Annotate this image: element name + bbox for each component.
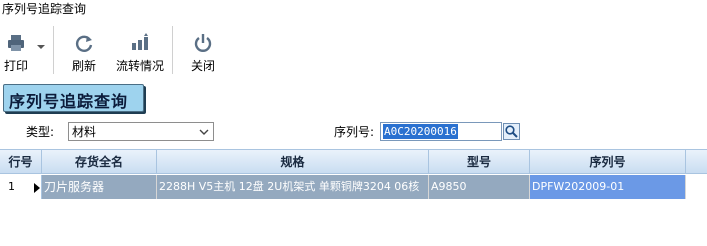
window-title: 序列号追踪查询 — [2, 2, 87, 16]
column-header-model[interactable]: 型号 — [429, 150, 530, 174]
print-label: 打印 — [3, 59, 28, 73]
cell-serial[interactable]: DPFW202009-01 — [530, 175, 686, 199]
row-number-text: 1 — [8, 180, 15, 193]
column-header-name[interactable]: 存货全名 — [42, 150, 157, 174]
type-label: 类型: — [26, 125, 55, 139]
print-button[interactable]: 打印 — [0, 24, 32, 78]
cell-spec[interactable]: 2288H V5主机 12盘 2U机架式 单颗铜牌3204 06核 — [157, 175, 429, 199]
search-button[interactable] — [503, 123, 520, 140]
grid-header: 行号 存货全名 规格 型号 序列号 — [0, 149, 707, 174]
column-header-row-no[interactable]: 行号 — [0, 150, 42, 174]
power-icon — [194, 34, 212, 52]
close-button[interactable]: 关闭 — [184, 24, 222, 78]
result-grid: 行号 存货全名 规格 型号 序列号 1 刀片服务器 2288H V5主机 12盘… — [0, 149, 707, 246]
toolbar: 打印 刷新 流转情况 关闭 — [0, 24, 707, 80]
printer-icon — [8, 35, 24, 51]
refresh-icon — [75, 35, 93, 52]
row-number[interactable]: 1 — [0, 175, 42, 199]
cell-model[interactable]: A9850 — [429, 175, 530, 199]
type-select[interactable]: 材料 — [68, 122, 214, 141]
search-icon — [505, 125, 518, 138]
cell-blank — [686, 175, 707, 199]
section-title: 序列号追踪查询 — [3, 84, 144, 112]
type-select-value: 材料 — [72, 125, 97, 139]
flow-status-button[interactable]: 流转情况 — [112, 24, 168, 78]
refresh-label: 刷新 — [71, 59, 96, 73]
column-header-spec[interactable]: 规格 — [157, 150, 429, 174]
section-title-text: 序列号追踪查询 — [9, 92, 129, 111]
column-header-serial[interactable]: 序列号 — [530, 150, 686, 174]
flow-icon — [132, 33, 148, 50]
refresh-button[interactable]: 刷新 — [64, 24, 104, 78]
close-label: 关闭 — [190, 59, 215, 73]
toolbar-separator — [172, 26, 173, 74]
table-row[interactable]: 1 刀片服务器 2288H V5主机 12盘 2U机架式 单颗铜牌3204 06… — [0, 175, 707, 199]
serial-input-value: A0C20200016 — [383, 124, 458, 139]
serial-label: 序列号: — [334, 125, 375, 139]
serial-input[interactable]: A0C20200016 — [380, 122, 502, 141]
column-header-blank — [686, 150, 707, 174]
row-pointer-icon — [34, 183, 40, 193]
flow-status-label: 流转情况 — [115, 59, 164, 73]
chevron-down-icon — [199, 129, 209, 135]
cell-name[interactable]: 刀片服务器 — [42, 175, 157, 199]
chevron-down-icon[interactable] — [36, 42, 46, 52]
toolbar-separator — [53, 26, 54, 74]
